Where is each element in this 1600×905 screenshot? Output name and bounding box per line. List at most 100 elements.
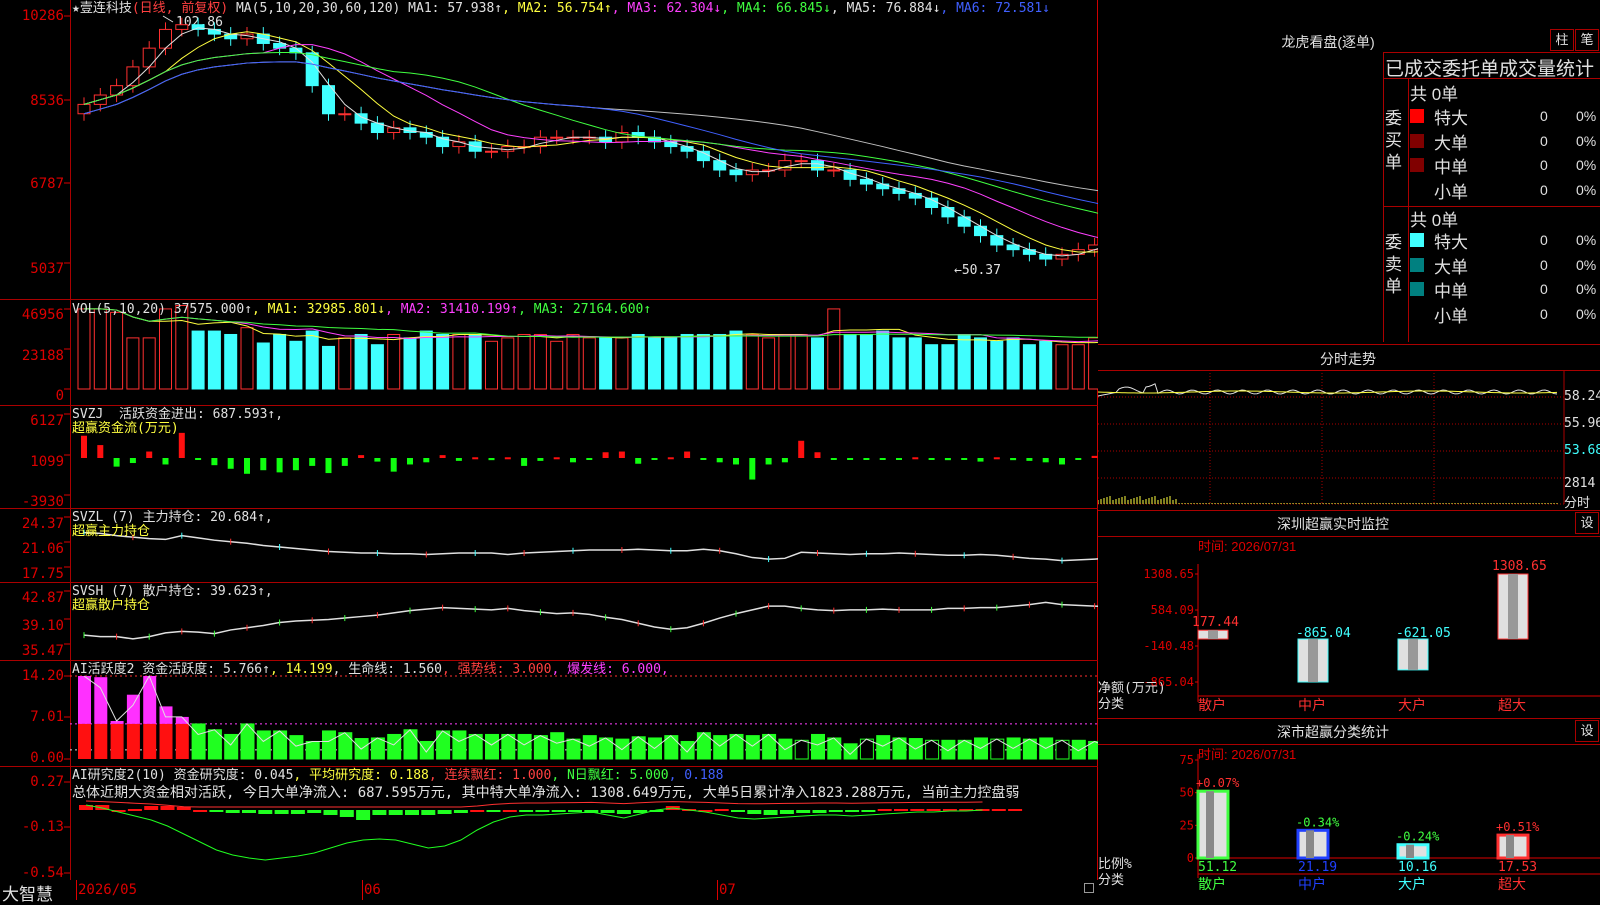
svzj-bar	[781, 458, 788, 463]
monitor-bar-shade	[1408, 639, 1418, 670]
buy-color-swatch	[1410, 133, 1424, 148]
svzj-bar	[488, 458, 495, 461]
yanjiu-bar	[714, 809, 729, 811]
sell-percent: 0%	[1576, 232, 1597, 248]
monitor-ylabel: 净额(万元)	[1098, 681, 1166, 696]
candle	[908, 192, 922, 199]
yanjiu-bar	[861, 810, 876, 812]
vol-bar	[1071, 344, 1085, 390]
vol-bar	[338, 337, 352, 390]
svsh-sub-label: 超赢散户持仓	[72, 598, 151, 613]
sell-color-swatch	[1410, 306, 1424, 321]
yanjiu-bar	[209, 810, 224, 812]
svzl-label: 主力持仓: 20.684↑,	[134, 510, 273, 525]
classify-change: -0.24%	[1396, 830, 1440, 844]
huoyue-ytick: 7.01	[30, 709, 64, 725]
vol-bar	[191, 330, 205, 390]
vol-bar	[762, 337, 776, 390]
buy-count: 0	[1540, 108, 1548, 124]
buy-label: 特大	[1434, 109, 1468, 128]
vol-bar	[664, 337, 678, 390]
huoyue-bar	[338, 732, 353, 760]
svzj-bar	[1059, 458, 1065, 465]
monitor-bar-label: 1308.65	[1492, 559, 1547, 574]
monitor-category: 散户	[1198, 697, 1226, 714]
vol-ytick: 23188	[21, 348, 64, 364]
svzj-bar	[814, 452, 821, 458]
svzj-bar	[113, 458, 120, 467]
huoyue-bar-mid	[159, 723, 173, 759]
vol-bar	[941, 344, 955, 390]
candle	[175, 24, 189, 30]
vol-bar	[322, 345, 335, 390]
classify-title: 深市超赢分类统计	[1277, 724, 1389, 740]
candle	[680, 146, 694, 152]
yanjiu-bar	[535, 810, 550, 812]
vol-bar	[990, 340, 1004, 390]
svzj-bar	[553, 457, 560, 460]
huoyue-bar-mid	[126, 723, 140, 759]
monitor-settings-button[interactable]: 设	[1575, 512, 1599, 534]
vol-ma-value-3: , MA3: 27164.600↑	[518, 302, 652, 317]
vol-bar	[550, 340, 564, 390]
tick-mode-button[interactable]: 笔	[1575, 29, 1599, 51]
buy-total: 共 0单	[1410, 85, 1459, 104]
yanjiu-bar	[502, 810, 517, 812]
ma-line-6	[83, 61, 1098, 205]
classify-category: 中户	[1298, 876, 1326, 893]
vol-bar	[925, 344, 939, 390]
svzj-bar	[570, 458, 576, 463]
buy-color-swatch	[1410, 182, 1424, 197]
huoyue-label: 资金活跃度: 5.766↑	[134, 662, 270, 677]
candle	[713, 160, 727, 171]
vol-bar	[224, 333, 238, 390]
svsh-ytick: 42.87	[21, 590, 64, 606]
vol-ma-value-1: , MA1: 32985.801↓	[252, 302, 386, 317]
sell-row: 特大 0 0%	[1410, 228, 1600, 252]
sell-total: 共 0单	[1410, 211, 1459, 230]
vol-bar	[843, 333, 857, 390]
x-axis-bar: 大智慧 2026/05 06 07	[0, 880, 1098, 904]
svzl-ytick: 24.37	[21, 516, 64, 532]
svsh-ytick: 39.10	[21, 618, 64, 634]
svzj-bar	[700, 458, 707, 460]
classify-bar-shade	[1406, 844, 1414, 858]
yanjiu-summary: 总体近期大资金相对活跃, 今日大单净流入: 687.595万元, 其中特大单净流…	[72, 786, 1019, 801]
yanjiu-name: AI研究度2(10)	[72, 768, 166, 783]
classify-bar-shade	[1206, 791, 1214, 858]
buy-color-swatch	[1410, 109, 1424, 123]
lock-icon[interactable]	[1084, 883, 1094, 893]
vol-label: VOL(5,10,20)	[72, 302, 166, 317]
classify-settings-button[interactable]: 设	[1575, 720, 1599, 742]
yanjiu-green-line	[85, 804, 983, 861]
vol-bar	[468, 333, 482, 390]
svzj-bar	[912, 457, 919, 460]
buy-row: 大单 0 0%	[1410, 129, 1600, 153]
svzj-bar	[716, 458, 723, 463]
svzj-bar	[504, 457, 511, 460]
vol-header: VOL(5,10,20) 37575.000↑, MA1: 32985.801↓…	[72, 302, 651, 317]
vol-bar	[273, 333, 287, 390]
svzj-bar	[667, 457, 674, 460]
vol-bar	[811, 337, 824, 390]
sell-percent: 0%	[1576, 281, 1597, 297]
candle	[338, 113, 352, 116]
longhu-sep2	[1383, 78, 1600, 79]
fenshi-vol-label: 2814	[1564, 476, 1596, 491]
sell-color-swatch	[1410, 282, 1424, 296]
candle	[811, 160, 824, 171]
yanjiu-bar	[127, 809, 142, 811]
huoyue-v4: , 强势线: 3.000	[442, 662, 552, 677]
svzj-bar	[749, 458, 756, 480]
svzj-bar	[635, 458, 642, 464]
huoyue-bar-mid	[94, 723, 108, 759]
longhu-subtitle: 已成交委托单成交量统计	[1385, 59, 1595, 80]
huoyue-header: AI活跃度2 资金活跃度: 5.766↑, 14.199, 生命线: 1.560…	[72, 662, 669, 677]
svsh-ytick: 35.47	[21, 643, 64, 659]
main-chart-area[interactable]: ★壹连科技(日线, 前复权) MA(5,10,20,30,60,120) MA1…	[0, 0, 1098, 900]
classify-value: 10.16	[1398, 860, 1437, 875]
huoyue-bar	[713, 735, 728, 760]
svzj-name: SVZJ	[72, 407, 104, 422]
monitor-ytick: 1308.65	[1143, 567, 1194, 581]
bar-mode-button[interactable]: 柱	[1550, 29, 1574, 51]
